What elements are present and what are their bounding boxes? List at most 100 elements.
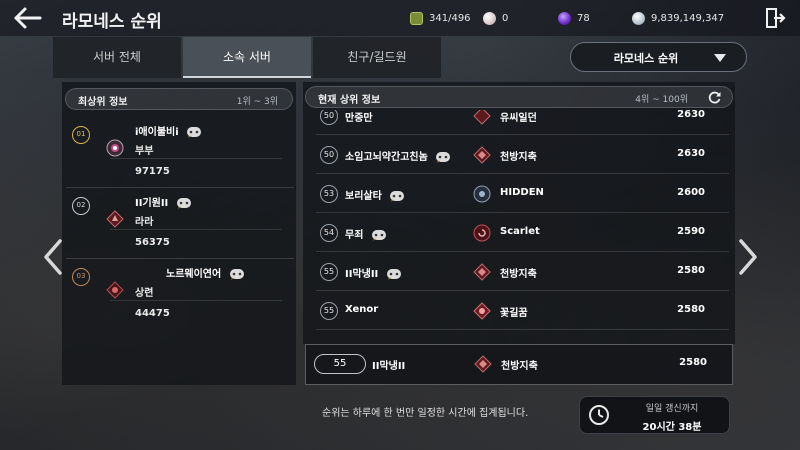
table-row[interactable]: 53 보리살타 HIDDEN 2600 xyxy=(316,175,729,213)
guild-crest-icon xyxy=(473,185,491,203)
chat-badge-icon xyxy=(176,198,191,209)
divider xyxy=(316,212,729,213)
ranking-list-scroll[interactable]: 50 만중만 유씨일던 2630 50 소임고뇌약간고친놈 천방지축 2630 … xyxy=(303,110,735,344)
chat-badge-icon xyxy=(187,127,202,138)
purple-gem-counter[interactable]: 78 xyxy=(558,10,590,26)
page-title: 라모네스 순위 xyxy=(62,12,162,32)
guild-crest-icon xyxy=(473,146,491,164)
my-player-name: II막냉II xyxy=(372,361,406,372)
player-name: 소임고뇌약간고친놈 xyxy=(345,148,451,163)
level-badge: 54 xyxy=(320,224,338,242)
player-name-text: 보리살타 xyxy=(345,191,382,202)
top-rank-entry[interactable]: 01 i애이불비i 부부 97175 xyxy=(66,118,294,188)
top-rank-range: 1위 ~ 3위 xyxy=(236,97,278,107)
guild-crest-icon xyxy=(473,302,491,320)
guild-name: 천방지축 xyxy=(500,269,537,280)
player-name-text: i애이불비i xyxy=(135,127,179,138)
guild-crest-icon xyxy=(106,210,124,228)
chevron-left-icon[interactable] xyxy=(42,237,64,277)
guild-crest-icon xyxy=(473,263,491,281)
divider xyxy=(66,258,294,259)
clock-icon xyxy=(589,405,609,425)
level-badge: 50 xyxy=(320,146,338,164)
top-rank-header: 최상위 정보 1위 ~ 3위 xyxy=(65,88,293,110)
tab-my-server[interactable]: 소속 서버 xyxy=(183,37,311,78)
player-name: 보리살타 xyxy=(345,187,405,202)
score-value: 2630 xyxy=(677,110,705,120)
refresh-icon[interactable] xyxy=(707,90,722,105)
refresh-label: 일일 갱신까지 xyxy=(645,404,699,414)
ranking-list-header: 현재 상위 정보 4위 ~ 100위 xyxy=(305,86,733,108)
tab-friends-guild[interactable]: 친구/길드원 xyxy=(313,37,441,78)
player-name: i애이불비i xyxy=(135,123,202,138)
divider xyxy=(110,158,282,159)
divider xyxy=(316,290,729,291)
score-value: 56375 xyxy=(135,237,170,248)
chat-badge-icon xyxy=(229,269,244,280)
guild-name: 천방지축 xyxy=(500,152,537,163)
player-name-text: 노르웨이연어 xyxy=(166,269,222,280)
player-name: 노르웨이연어 xyxy=(166,265,245,280)
inventory-counter[interactable]: 341/496 xyxy=(410,10,471,26)
back-arrow-icon xyxy=(14,7,42,29)
level-badge: 55 xyxy=(320,263,338,281)
tab-all-servers[interactable]: 서버 전체 xyxy=(53,37,181,78)
guild-name: HIDDEN xyxy=(500,187,544,198)
divider xyxy=(316,329,729,330)
refresh-time: 20시간 38분 xyxy=(642,422,702,433)
my-rank-row[interactable]: 55 II막냉II 천방지축 2580 xyxy=(305,344,733,385)
table-row[interactable]: 54 무죄 Scarlet 2590 xyxy=(316,214,729,252)
chat-badge-icon xyxy=(386,269,401,280)
rank-medal: 02 xyxy=(72,197,90,215)
table-row[interactable]: 50 만중만 유씨일던 2630 xyxy=(316,110,729,135)
guild-name: 상련 xyxy=(135,288,154,299)
guild-name: 유씨일던 xyxy=(500,113,537,124)
chevron-right-icon[interactable] xyxy=(737,237,759,277)
divider xyxy=(110,300,282,301)
guild-crest-icon xyxy=(106,281,124,299)
purple-gem-value: 78 xyxy=(577,12,590,24)
divider xyxy=(110,229,282,230)
pearl-counter[interactable]: 0 xyxy=(483,10,508,26)
score-value: 2580 xyxy=(677,265,705,276)
ranking-type-dropdown[interactable]: 라모네스 순위 xyxy=(570,42,747,72)
score-value: 44475 xyxy=(135,308,170,319)
guild-crest-icon xyxy=(473,224,491,242)
pearl-value: 0 xyxy=(502,12,509,24)
score-value: 2590 xyxy=(677,226,705,237)
guild-crest-icon xyxy=(474,355,492,373)
chat-badge-icon xyxy=(371,230,386,241)
guild-name: Scarlet xyxy=(500,226,540,237)
table-row[interactable]: 55 Xenor 꽃길꿈 2580 xyxy=(316,292,729,330)
ranking-notice: 순위는 하루에 한 번만 일정한 시간에 집계됩니다. xyxy=(322,408,529,419)
silver-coin-icon xyxy=(632,11,645,25)
rank-medal: 01 xyxy=(72,126,90,144)
my-level-badge: 55 xyxy=(314,354,366,374)
player-name-text: 무죄 xyxy=(345,230,364,241)
player-name-text: II기원II xyxy=(135,198,169,209)
player-name: II기원II xyxy=(135,194,192,209)
player-name-text: 소임고뇌약간고친놈 xyxy=(345,152,428,163)
player-name: 만중만 xyxy=(345,113,373,124)
player-name: II막냉II xyxy=(345,265,402,280)
inventory-icon xyxy=(410,11,423,25)
silver-coin-counter[interactable]: 9,839,149,347 xyxy=(632,10,724,26)
level-badge: 50 xyxy=(320,110,338,125)
rank-medal: 03 xyxy=(72,268,90,286)
chevron-down-icon xyxy=(714,54,726,62)
top-rank-entry[interactable]: 03 노르웨이연어 상련 44475 xyxy=(66,260,294,330)
exit-button[interactable] xyxy=(764,7,786,29)
player-name: 무죄 xyxy=(345,226,387,241)
back-button[interactable] xyxy=(10,4,46,32)
top-rank-entry[interactable]: 02 II기원II 라라 56375 xyxy=(66,189,294,259)
divider xyxy=(316,173,729,174)
inventory-value: 341/496 xyxy=(429,12,471,24)
score-value: 97175 xyxy=(135,166,170,177)
score-value: 2580 xyxy=(677,304,705,315)
exit-door-icon xyxy=(766,8,786,28)
purple-gem-icon xyxy=(558,11,571,25)
guild-name: 라라 xyxy=(135,217,154,228)
table-row[interactable]: 50 소임고뇌약간고친놈 천방지축 2630 xyxy=(316,136,729,174)
table-row[interactable]: 55 II막냉II 천방지축 2580 xyxy=(316,253,729,291)
ranking-list-title: 현재 상위 정보 xyxy=(318,95,381,106)
